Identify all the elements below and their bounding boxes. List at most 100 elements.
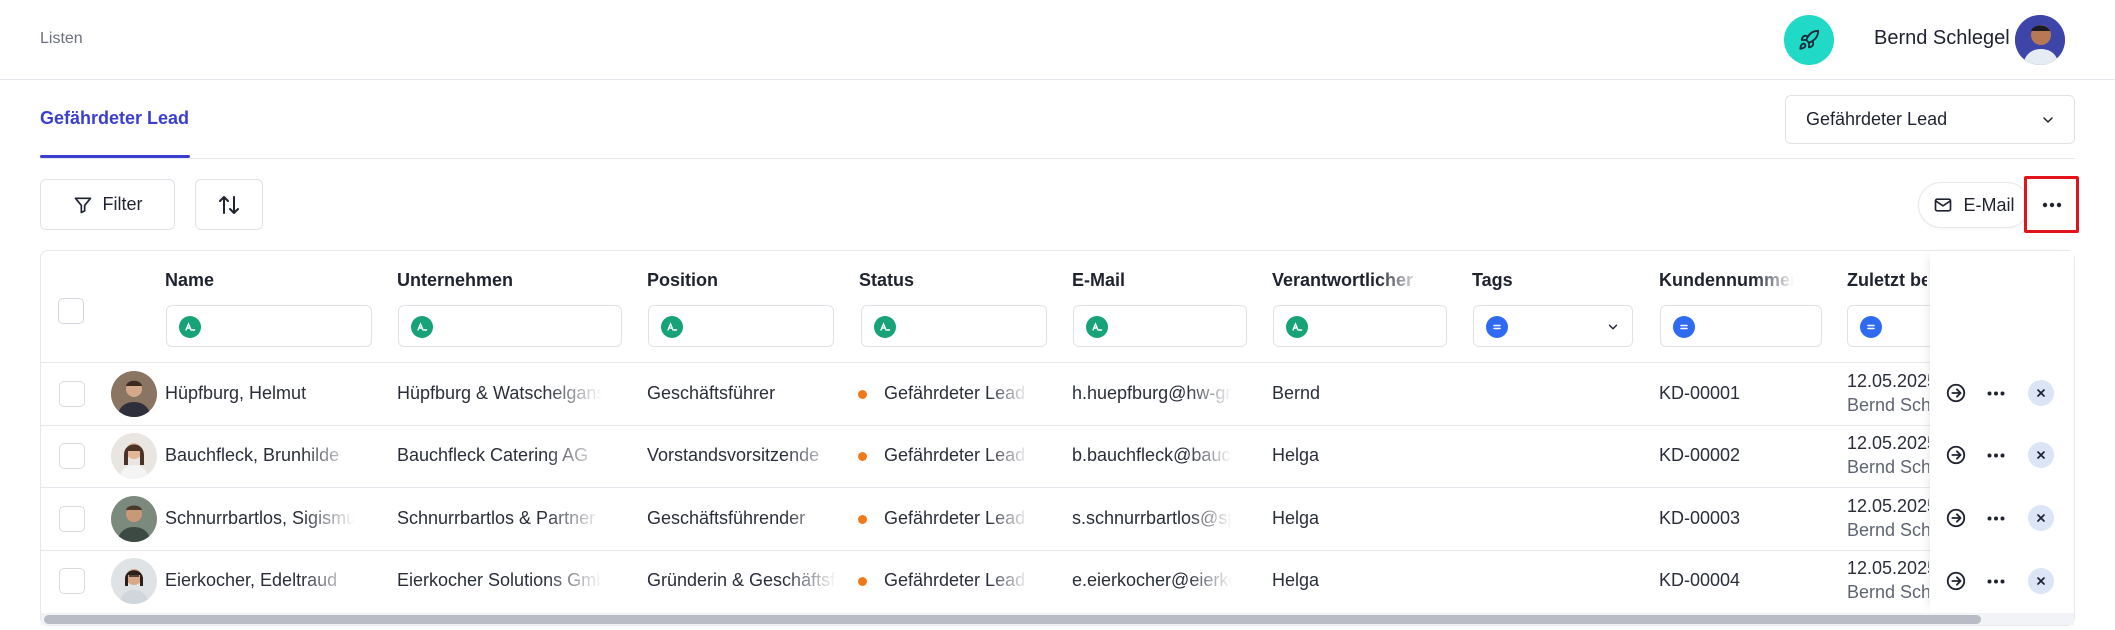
filter-icon — [74, 197, 91, 213]
cell-owner: Bernd — [1272, 383, 1321, 403]
cell-last-edited-date: 12.05.2025 — [1847, 371, 1929, 391]
column-header-position[interactable]: Position — [647, 270, 797, 291]
row-checkbox[interactable] — [59, 568, 85, 594]
owner-filter-input[interactable] — [1273, 305, 1447, 347]
cell-customer-number: KD-00002 — [1659, 445, 1741, 465]
column-header-customer-number[interactable]: Kundennummer — [1659, 270, 1794, 291]
row-remove-button[interactable] — [2028, 380, 2054, 406]
user-name[interactable]: Bernd Schlegel — [1874, 27, 2010, 50]
filter-button-label: Filter — [102, 194, 143, 214]
arrow-right-circle-icon — [1946, 445, 1966, 465]
arrow-right-circle-icon — [1946, 383, 1966, 403]
more-options-button[interactable] — [2024, 176, 2079, 233]
cell-email[interactable]: s.schnurrbartlos@sp.de — [1072, 508, 1232, 529]
cell-status: Gefährdeter Lead — [884, 383, 1026, 403]
sort-button[interactable] — [195, 179, 263, 230]
row-more-button[interactable] — [1982, 379, 2010, 407]
cell-email[interactable]: h.huepfburg@hw-gmbh.de — [1072, 383, 1232, 404]
row-remove-button[interactable] — [2028, 568, 2054, 594]
select-filter-icon — [1486, 316, 1508, 338]
row-checkbox[interactable] — [59, 506, 85, 532]
column-header-status[interactable]: Status — [859, 270, 1009, 291]
cell-name[interactable]: Eierkocher, Edeltraud — [165, 570, 355, 591]
row-more-button[interactable] — [1982, 441, 2010, 469]
tags-filter-select[interactable] — [1473, 305, 1633, 347]
row-remove-button[interactable] — [2028, 442, 2054, 468]
row-divider — [41, 362, 2074, 363]
select-filter-icon — [1860, 316, 1882, 338]
user-avatar[interactable] — [2015, 15, 2065, 65]
select-filter-icon — [1673, 316, 1695, 338]
cell-name[interactable]: Hüpfburg, Helmut — [165, 383, 355, 404]
cell-last-edited-by: Bernd Schlegel — [1847, 582, 1929, 602]
cell-company: Hüpfburg & Watschelgans — [397, 383, 602, 403]
cell-position: Gründerin & Geschäftsführerin — [647, 570, 837, 590]
column-header-owner[interactable]: Verantwortlicher — [1272, 270, 1422, 291]
cell-last-edited-by: Bernd Schlegel — [1847, 395, 1929, 415]
contact-avatar[interactable] — [111, 433, 157, 479]
breadcrumb[interactable]: Listen — [40, 30, 83, 48]
cell-position: Geschäftsführer — [647, 383, 776, 403]
open-record-button[interactable] — [1942, 567, 1970, 595]
column-header-tags[interactable]: Tags — [1472, 270, 1622, 291]
status-filter-input[interactable] — [861, 305, 1047, 347]
cell-owner: Helga — [1272, 570, 1320, 590]
column-header-last-edited[interactable]: Zuletzt bearbeitet — [1847, 270, 1927, 291]
row-divider — [41, 487, 2074, 488]
column-header-company[interactable]: Unternehmen — [397, 270, 597, 291]
text-filter-icon — [1286, 316, 1308, 338]
row-checkbox[interactable] — [59, 443, 85, 469]
arrow-right-circle-icon — [1946, 508, 1966, 528]
open-record-button[interactable] — [1942, 504, 1970, 532]
row-checkbox[interactable] — [59, 381, 85, 407]
row-more-button[interactable] — [1982, 504, 2010, 532]
cell-company: Eierkocher Solutions GmbH — [397, 570, 602, 590]
cell-status: Gefährdeter Lead — [884, 508, 1026, 528]
cell-company: Schnurrbartlos & Partner — [397, 508, 596, 528]
email-filter-input[interactable] — [1073, 305, 1247, 347]
cell-owner: Helga — [1272, 508, 1320, 528]
cell-status: Gefährdeter Lead — [884, 570, 1026, 590]
rocket-button[interactable] — [1784, 15, 1834, 65]
more-horizontal-icon — [2042, 202, 2061, 207]
cell-status: Gefährdeter Lead — [884, 445, 1026, 465]
cell-name[interactable]: Bauchfleck, Brunhilde — [165, 445, 355, 466]
horizontal-scrollbar-thumb[interactable] — [44, 615, 1981, 624]
column-header-email[interactable]: E-Mail — [1072, 270, 1222, 291]
row-remove-button[interactable] — [2028, 505, 2054, 531]
open-record-button[interactable] — [1942, 379, 1970, 407]
view-select-value: Gefährdeter Lead — [1806, 109, 1948, 129]
chevron-down-icon — [2043, 117, 2053, 123]
customer-number-filter-input[interactable] — [1660, 305, 1822, 347]
email-button[interactable]: E-Mail — [1918, 182, 2030, 228]
select-all-checkbox[interactable] — [58, 298, 84, 324]
column-header-name[interactable]: Name — [165, 270, 315, 291]
row-more-button[interactable] — [1982, 567, 2010, 595]
text-filter-icon — [1086, 316, 1108, 338]
cell-company: Bauchfleck Catering AG — [397, 445, 589, 465]
contact-avatar[interactable] — [111, 558, 157, 604]
filter-button[interactable]: Filter — [40, 179, 175, 230]
close-icon — [2037, 451, 2045, 459]
contact-avatar[interactable] — [111, 496, 157, 542]
sort-arrows-icon — [219, 195, 239, 214]
cell-last-edited-date: 12.05.2025 — [1847, 496, 1929, 516]
company-filter-input[interactable] — [398, 305, 622, 347]
more-horizontal-icon — [1987, 453, 2005, 457]
cell-name[interactable]: Schnurrbartlos, Sigismund — [165, 508, 355, 529]
text-filter-icon — [411, 316, 433, 338]
cell-last-edited-by: Bernd Schlegel — [1847, 457, 1929, 477]
contact-avatar[interactable] — [111, 371, 157, 417]
status-dot — [858, 577, 867, 586]
name-filter-input[interactable] — [166, 305, 372, 347]
status-dot — [858, 515, 867, 524]
view-select[interactable]: Gefährdeter Lead — [1785, 95, 2075, 144]
position-filter-input[interactable] — [648, 305, 834, 347]
open-record-button[interactable] — [1942, 441, 1970, 469]
tab-gefaehrdeter-lead[interactable]: Gefährdeter Lead — [40, 108, 189, 129]
cell-position: Geschäftsführender — [647, 508, 806, 528]
cell-email[interactable]: e.eierkocher@eierkocher.de — [1072, 570, 1232, 591]
cell-email[interactable]: b.bauchfleck@bauchfleck.de — [1072, 445, 1232, 466]
close-icon — [2037, 389, 2045, 397]
arrow-right-circle-icon — [1946, 571, 1966, 591]
